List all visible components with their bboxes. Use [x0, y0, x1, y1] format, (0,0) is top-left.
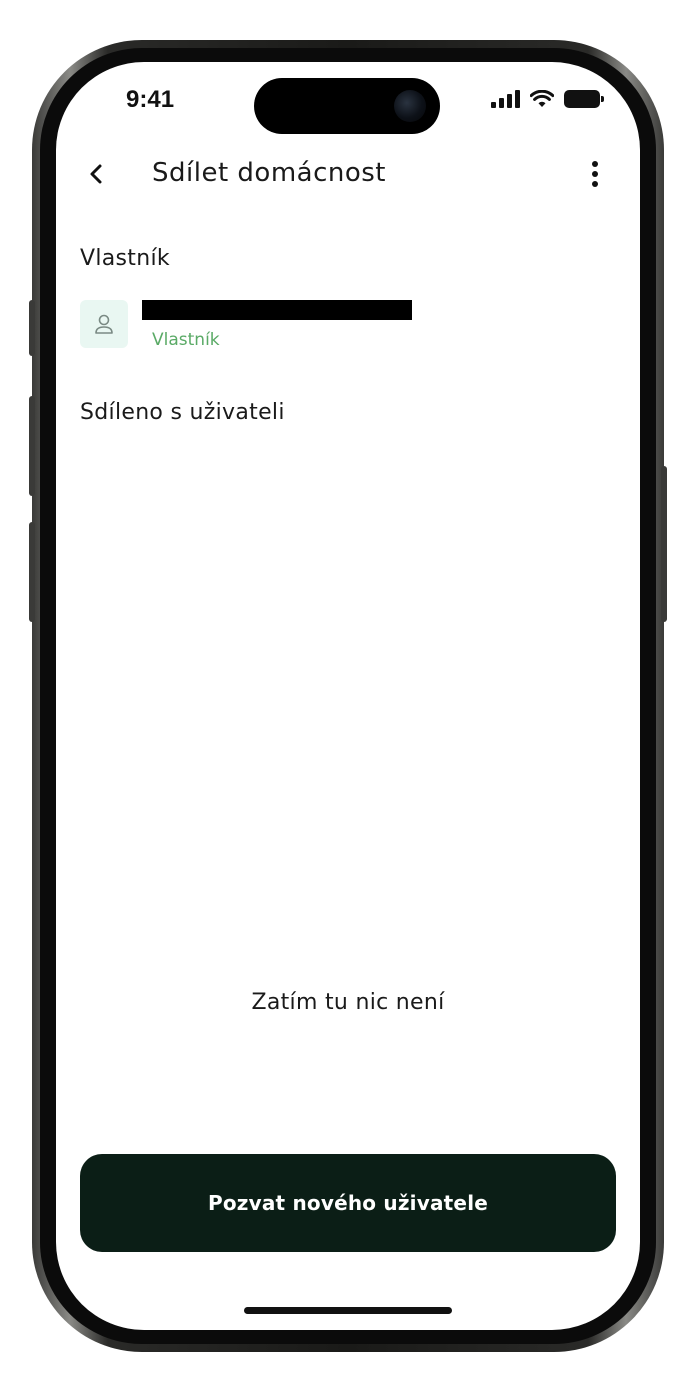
volume-up-button — [29, 396, 35, 496]
owner-section-heading: Vlastník — [80, 246, 170, 271]
owner-name-redacted — [142, 300, 412, 320]
back-button[interactable] — [78, 150, 114, 198]
status-bar: 9:41 — [56, 62, 640, 142]
wifi-icon — [530, 90, 554, 107]
invite-user-button[interactable]: Pozvat nového uživatele — [80, 1154, 616, 1252]
battery-icon — [564, 90, 604, 108]
owner-role-label: Vlastník — [152, 330, 220, 350]
empty-state-text: Zatím tu nic není — [251, 990, 445, 1015]
user-icon — [95, 314, 113, 334]
camera-icon — [394, 90, 426, 122]
avatar — [80, 300, 128, 348]
chevron-left-icon — [90, 164, 102, 184]
owner-row[interactable]: Vlastník — [80, 300, 620, 352]
status-icons — [491, 90, 604, 108]
volume-down-button — [29, 522, 35, 622]
more-options-button[interactable] — [580, 150, 610, 198]
power-button — [661, 466, 667, 622]
screen: 9:41 Sdílet domácnost Vlastník Vlastník … — [56, 62, 640, 1330]
app-header: Sdílet domácnost — [56, 150, 640, 198]
mute-switch — [29, 300, 35, 356]
signal-icon — [491, 90, 520, 108]
home-indicator[interactable] — [244, 1307, 452, 1314]
more-vertical-icon — [592, 161, 598, 187]
dynamic-island — [254, 78, 440, 134]
status-time: 9:41 — [126, 86, 175, 113]
page-title: Sdílet domácnost — [152, 158, 387, 188]
shared-section-heading: Sdíleno s uživateli — [80, 400, 285, 425]
